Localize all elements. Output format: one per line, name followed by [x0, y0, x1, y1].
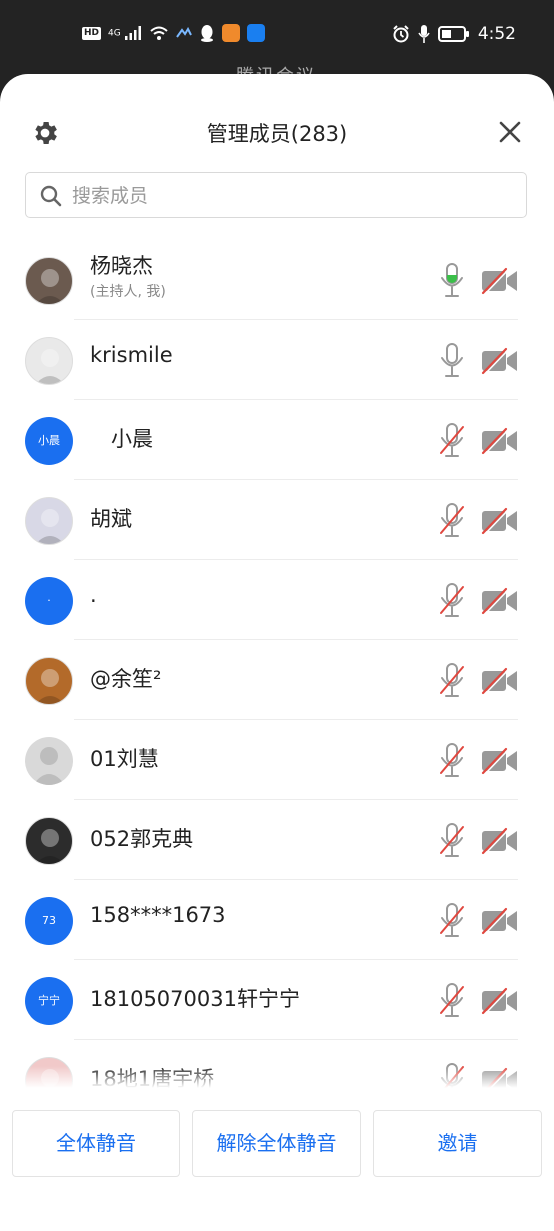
microphone-icon[interactable] — [439, 263, 465, 297]
member-row[interactable]: 73 158****1673 — [0, 880, 554, 960]
avatar — [25, 737, 73, 785]
member-row[interactable]: 01刘慧 — [0, 720, 554, 800]
search-icon — [40, 185, 62, 207]
status-icons-left: HD 4G — [82, 24, 265, 42]
camera-off-icon[interactable] — [480, 267, 520, 295]
alarm-icon — [393, 25, 409, 43]
microphone-status-icon — [418, 25, 430, 43]
member-row[interactable]: 宁宁 18105070031轩宁宁 — [0, 960, 554, 1040]
avatar: · — [25, 577, 73, 625]
avatar: 宁宁 — [25, 977, 73, 1025]
member-name: 01刘慧 — [90, 747, 159, 771]
member-name: 杨晓杰 — [90, 254, 153, 278]
default-avatar-icon — [33, 747, 65, 785]
camera-off-icon[interactable] — [480, 427, 520, 455]
profile-photo — [35, 349, 65, 384]
camera-off-icon[interactable] — [480, 667, 520, 695]
list-fade — [0, 1066, 554, 1088]
avatar: 73 — [25, 897, 73, 945]
mute-all-button[interactable]: 全体静音 — [12, 1110, 180, 1177]
camera-off-icon[interactable] — [480, 907, 520, 935]
member-row[interactable]: ·. — [0, 560, 554, 640]
member-name: 158****1673 — [90, 903, 226, 927]
mic-muted-icon[interactable] — [439, 903, 465, 937]
status-icons-right: 4:52 — [392, 24, 516, 44]
meeting-app-icon — [246, 24, 265, 42]
member-role: (主持人, 我) — [90, 284, 166, 300]
member-row[interactable]: 052郭克典 — [0, 800, 554, 880]
member-row[interactable]: krismile — [0, 320, 554, 400]
qq-icon — [200, 25, 213, 42]
member-list[interactable]: 杨晓杰 (主持人, 我) krismile 小晨 小晨 胡斌 ·. @余笙² 01刘慧 052… — [0, 240, 554, 1088]
microphone-icon[interactable] — [439, 343, 465, 377]
hd-badge: HD — [82, 26, 102, 40]
profile-photo — [35, 669, 65, 704]
unmute-all-button[interactable]: 解除全体静音 — [192, 1110, 361, 1177]
avatar: 小晨 — [25, 417, 73, 465]
member-name: 胡斌 — [90, 507, 132, 531]
battery-icon — [437, 26, 469, 42]
footer-actions: 全体静音 解除全体静音 邀请 — [0, 1110, 554, 1178]
signal-icon: 4G — [108, 26, 142, 40]
profile-photo — [35, 509, 65, 544]
member-name: 052郭克典 — [90, 827, 194, 851]
wifi-icon — [149, 26, 168, 40]
camera-off-icon[interactable] — [480, 347, 520, 375]
nav-bar — [0, 1195, 554, 1231]
member-row[interactable]: @余笙² — [0, 640, 554, 720]
member-name: . — [90, 583, 97, 607]
video-app-icon — [221, 24, 240, 42]
manage-members-sheet: 管理成员(283) 杨晓杰 (主持人, 我) krismile 小晨 小晨 胡斌 ·. @… — [0, 74, 554, 1231]
mic-muted-icon[interactable] — [439, 503, 465, 537]
network-type: 4G — [108, 28, 121, 39]
profile-photo — [35, 829, 65, 864]
mic-muted-icon[interactable] — [439, 423, 465, 457]
mic-muted-icon[interactable] — [439, 583, 465, 617]
mic-muted-icon[interactable] — [439, 743, 465, 777]
member-name: 18105070031轩宁宁 — [90, 987, 300, 1011]
camera-off-icon[interactable] — [480, 987, 520, 1015]
mic-muted-icon[interactable] — [439, 663, 465, 697]
member-row[interactable]: 小晨 小晨 — [0, 400, 554, 480]
mic-muted-icon[interactable] — [439, 983, 465, 1017]
camera-off-icon[interactable] — [480, 587, 520, 615]
app-notification-icon — [175, 27, 192, 38]
avatar — [25, 817, 73, 865]
mic-muted-icon[interactable] — [439, 823, 465, 857]
member-name: 小晨 — [90, 427, 153, 451]
member-row[interactable]: 胡斌 — [0, 480, 554, 560]
avatar — [25, 257, 73, 305]
avatar — [25, 497, 73, 545]
camera-off-icon[interactable] — [480, 747, 520, 775]
member-name: krismile — [90, 343, 173, 367]
avatar — [25, 657, 73, 705]
profile-photo — [35, 269, 65, 304]
member-name: @余笙² — [90, 667, 162, 691]
sheet-title: 管理成员(283) — [206, 122, 348, 146]
invite-button[interactable]: 邀请 — [373, 1110, 542, 1177]
camera-off-icon[interactable] — [480, 827, 520, 855]
member-search-box[interactable] — [25, 172, 527, 218]
sheet-header: 管理成员(283) — [0, 104, 554, 160]
close-icon — [499, 121, 521, 143]
search-input[interactable] — [70, 181, 514, 211]
close-button[interactable] — [496, 118, 526, 148]
avatar — [25, 337, 73, 385]
clock: 4:52 — [477, 24, 516, 44]
camera-off-icon[interactable] — [480, 507, 520, 535]
member-row[interactable]: 杨晓杰 (主持人, 我) — [0, 240, 554, 320]
